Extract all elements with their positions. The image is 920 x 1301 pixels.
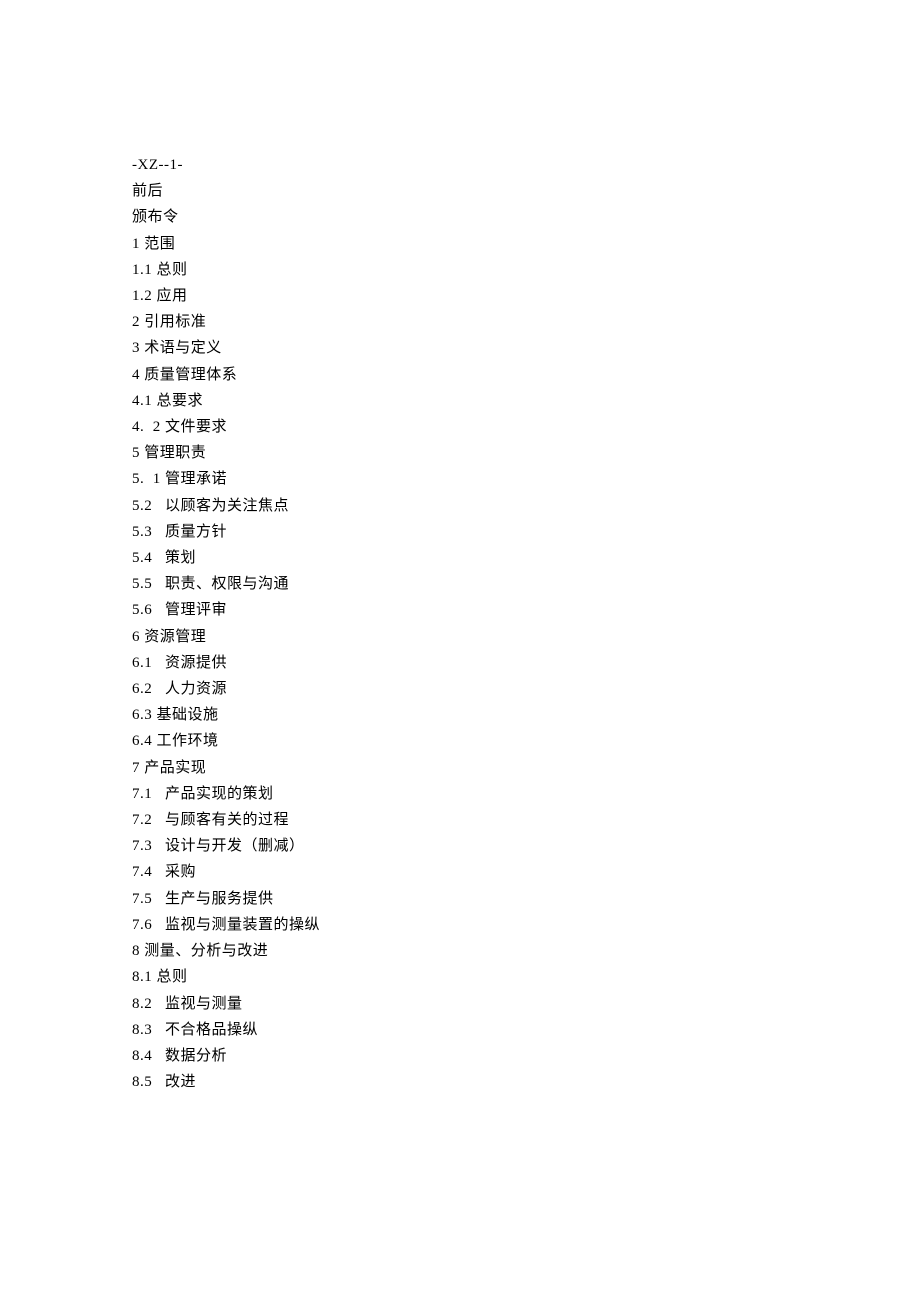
toc-line: 7.1 产品实现的策划 (132, 781, 782, 807)
toc-line: 7.5 生产与服务提供 (132, 886, 782, 912)
toc-line: -XZ--1- (132, 152, 782, 178)
toc-line: 4 质量管理体系 (132, 362, 782, 388)
toc-line: 5.3 质量方针 (132, 519, 782, 545)
toc-line: 7.6 监视与测量装置的操纵 (132, 912, 782, 938)
toc-line: 6.2 人力资源 (132, 676, 782, 702)
toc-line: 7.2 与顾客有关的过程 (132, 807, 782, 833)
toc-line: 8.3 不合格品操纵 (132, 1017, 782, 1043)
toc-line: 5.2 以顾客为关注焦点 (132, 493, 782, 519)
toc-line: 8 测量、分析与改进 (132, 938, 782, 964)
toc-line: 6 资源管理 (132, 624, 782, 650)
toc-line: 3 术语与定义 (132, 335, 782, 361)
toc-line: 4.1 总要求 (132, 388, 782, 414)
toc-line: 7 产品实现 (132, 755, 782, 781)
toc-line: 4. 2 文件要求 (132, 414, 782, 440)
toc-line: 8.2 监视与测量 (132, 991, 782, 1017)
toc-line: 5.4 策划 (132, 545, 782, 571)
toc-line: 2 引用标准 (132, 309, 782, 335)
toc-line: 8.5 改进 (132, 1069, 782, 1095)
toc-line: 8.4 数据分析 (132, 1043, 782, 1069)
toc-line: 5.5 职责、权限与沟通 (132, 571, 782, 597)
toc-line: 7.4 采购 (132, 859, 782, 885)
toc-line: 前后 (132, 178, 782, 204)
toc-line: 6.1 资源提供 (132, 650, 782, 676)
toc-line: 5. 1 管理承诺 (132, 466, 782, 492)
toc-line: 1 范围 (132, 231, 782, 257)
toc-line: 5 管理职责 (132, 440, 782, 466)
toc-line: 8.1 总则 (132, 964, 782, 990)
toc-line: 7.3 设计与开发（删减） (132, 833, 782, 859)
toc-line: 6.4 工作环境 (132, 728, 782, 754)
toc-line: 1.2 应用 (132, 283, 782, 309)
toc-line: 1.1 总则 (132, 257, 782, 283)
toc-line: 6.3 基础设施 (132, 702, 782, 728)
toc-line: 颁布令 (132, 204, 782, 230)
toc-line: 5.6 管理评审 (132, 597, 782, 623)
document-content: -XZ--1- 前后 颁布令 1 范围 1.1 总则 1.2 应用 2 引用标准… (132, 152, 782, 1095)
